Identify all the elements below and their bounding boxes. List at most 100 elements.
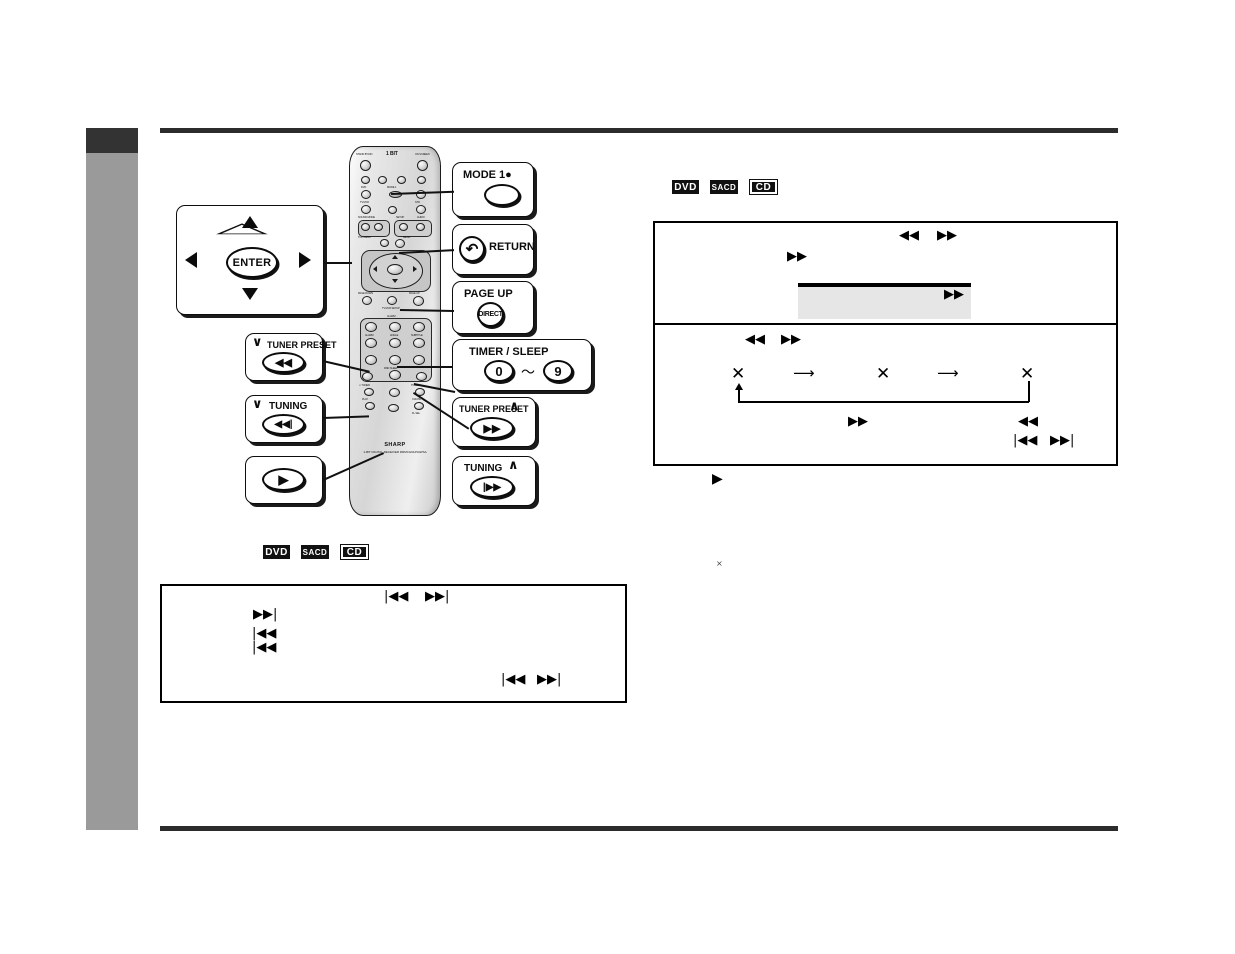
play-button[interactable]: ▶ [262, 468, 305, 491]
remote-button-setup [399, 223, 408, 231]
remote-label-onscreen: ON SCREEN [415, 153, 430, 156]
remote-label-page-down: PAGE DOWN [358, 292, 374, 295]
remote-button-tuner-preset-up[interactable] [416, 372, 427, 381]
remote-button-flsel [414, 402, 424, 410]
timer-sleep-key-9[interactable]: 9 [543, 360, 573, 382]
dpad-down-arrow-icon [242, 288, 258, 300]
badge-cd-left: CD [340, 544, 369, 560]
remote-dpad-up-icon [392, 255, 398, 259]
dpad-right-arrow-icon [299, 252, 311, 268]
highlight-field-glyph: ▶▶ [944, 287, 964, 302]
remote-label-std: STD [415, 201, 420, 204]
remote-button-src2 [378, 176, 387, 184]
remote-dpad-enter[interactable] [387, 264, 403, 275]
page-side-band [86, 128, 138, 830]
tuning-down-chevron-icon: ∨ [252, 397, 263, 412]
remote-button-top-menu [380, 239, 389, 247]
tuning-up-label: TUNING [464, 463, 503, 474]
remote-label-tvvcr-setup: TV/VCR SETUP [382, 307, 400, 310]
footer-rule [160, 826, 1118, 831]
tuning-down-label: TUNING [269, 401, 308, 412]
remote-key-2[interactable] [389, 322, 401, 332]
remote-button-src4 [417, 176, 426, 184]
badge-dvd-left: DVD [263, 545, 290, 559]
remote-label-menu: MENU [403, 236, 411, 239]
dpad-up-arrow-icon [242, 216, 258, 228]
remote-label-setup: SETUP [396, 216, 405, 219]
remote-button-tuning-down[interactable] [364, 388, 374, 396]
badge-sacd-right: SACD [710, 180, 738, 194]
leader-dpad [324, 262, 352, 264]
page-up-label: PAGE UP [464, 288, 513, 300]
remote-button-sm1 [361, 223, 370, 231]
remote-key-1[interactable] [365, 322, 377, 332]
remote-label-standby: STAND BY/ON [356, 153, 373, 156]
remote-button-right [416, 205, 426, 214]
tuner-preset-down-chevron-icon: ∨ [252, 335, 263, 350]
direct-button[interactable]: DIRECT [477, 302, 504, 327]
rewind-glyph-1: ◀◀ [899, 228, 919, 243]
tuner-preset-up-button[interactable]: ▶▶ [470, 417, 514, 439]
flow-loop-arrowhead-icon [735, 383, 743, 390]
forward-glyph-3: ▶▶ [781, 332, 801, 347]
remote-key-0[interactable] [389, 370, 401, 380]
remote-label-subtitle: SUBTITLE [411, 334, 423, 337]
skip-prev-glyph-3: |◀◀ [252, 640, 277, 655]
media-badges-right: DVD SACD CD [672, 179, 778, 195]
remote-dpad-left-icon [373, 266, 377, 272]
remote-button-return[interactable] [395, 239, 405, 248]
skip-prev-glyph-4: |◀◀ [501, 672, 526, 687]
remote-button-page-down [362, 296, 372, 305]
mode-1-button[interactable] [484, 184, 520, 206]
remote-button-src1 [361, 176, 370, 184]
timer-sleep-key-0[interactable]: 0 [484, 360, 514, 382]
return-label: RETURN [489, 241, 535, 253]
rewind-glyph-3: ◀◀ [1018, 414, 1038, 429]
dpad-enter-button[interactable]: ENTER [226, 247, 278, 278]
remote-key-4[interactable] [365, 338, 377, 348]
tuning-down-button[interactable]: ◀◀| [262, 414, 305, 435]
remote-brand: SHARP [384, 442, 406, 448]
tuner-preset-down-label: TUNER PRESET [267, 340, 337, 350]
forward-glyph-1: ▶▶ [937, 228, 957, 243]
remote-key-5[interactable] [389, 338, 401, 348]
remote-button-sm2 [374, 223, 383, 231]
leader-timer-sleep [397, 366, 453, 368]
rewind-glyph-2: ◀◀ [745, 332, 765, 347]
flow-loop-line [738, 401, 1029, 403]
tuning-up-button[interactable]: |▶▶ [470, 476, 514, 498]
remote-label-top-menu: TOP MENU [358, 236, 371, 239]
remote-key-8[interactable] [389, 355, 401, 365]
remote-key-3[interactable] [413, 322, 425, 332]
remote-key-6[interactable] [413, 338, 425, 348]
remote-label-1bit: 1 BIT [386, 151, 398, 157]
remote-key-9[interactable] [413, 355, 425, 365]
tuner-preset-down-button[interactable]: ◀◀ [262, 352, 305, 373]
remote-button-standby [360, 160, 371, 171]
remote-label-tuner-down: ∨ TUNER [359, 384, 370, 387]
manual-page: STAND BY/ON 1 BIT ON SCREEN DVD MODE 1 T… [0, 0, 1235, 954]
timer-sleep-label: TIMER / SLEEP [469, 346, 549, 358]
flow-loop-right-stem [1028, 381, 1030, 402]
skip-prev-glyph-2: |◀◀ [252, 626, 277, 641]
remote-button-tvvcr [361, 205, 371, 214]
remote-button-tvvcr-setup [387, 296, 397, 305]
badge-sacd-left: SACD [301, 545, 329, 559]
remote-label-play: PLAY [362, 398, 369, 401]
remote-label-xrate: X-RATE [412, 398, 421, 401]
return-button[interactable]: ↶ [459, 236, 485, 262]
remote-button-onscreen [417, 160, 428, 171]
remote-button-page-up[interactable] [413, 296, 424, 306]
skip-prev-glyph-5: |◀◀ [1013, 433, 1038, 448]
badge-dvd-right: DVD [672, 180, 699, 194]
badge-cd-right: CD [749, 179, 778, 195]
remote-key-7[interactable] [365, 355, 377, 365]
remote-button-tuner-preset-down[interactable] [362, 372, 373, 381]
remote-button-center [388, 206, 397, 214]
tuning-up-chevron-icon: ∧ [508, 458, 519, 473]
forward-glyph-4: ▶▶ [848, 414, 868, 429]
right-info-box-divider [653, 323, 1118, 325]
remote-button-play[interactable] [389, 388, 400, 397]
remote-button-pause [388, 404, 399, 412]
skip-next-glyph-1: ▶▶| [425, 589, 450, 604]
